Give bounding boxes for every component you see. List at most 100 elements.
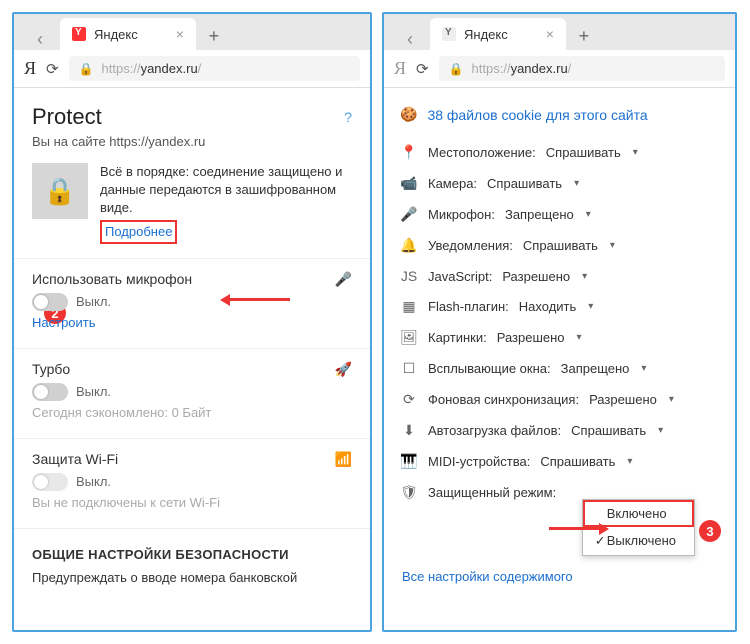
permission-label: Фоновая синхронизация: bbox=[428, 392, 579, 407]
flash-icon: ▦ bbox=[400, 298, 418, 315]
location-icon: 📍 bbox=[400, 144, 418, 161]
permission-label: Камера: bbox=[428, 176, 477, 191]
permission-row[interactable]: 🔔Уведомления: Спрашивать▾ bbox=[398, 230, 721, 261]
microphone-configure-link[interactable]: Настроить bbox=[32, 315, 352, 330]
nav-back-button[interactable]: ‹ bbox=[20, 29, 60, 50]
chevron-down-icon: ▾ bbox=[582, 271, 587, 282]
midi-icon: 🎹 bbox=[400, 453, 418, 470]
setting-microphone: 🎤 Использовать микрофон Выкл. Настроить bbox=[32, 259, 352, 334]
javascript-icon: JS bbox=[400, 268, 418, 284]
url-path: / bbox=[568, 61, 572, 76]
url-scheme: https:// bbox=[102, 61, 141, 76]
browser-window-left: ‹ Яндекс × + Я ⟳ 🔒 https://yandex.ru/ Pr… bbox=[12, 12, 372, 632]
background-sync-icon: ⟳ bbox=[400, 391, 418, 408]
lock-icon[interactable]: 🔒 bbox=[449, 62, 464, 76]
microphone-toggle[interactable] bbox=[32, 293, 68, 311]
lock-badge-icon: 🔒 bbox=[32, 163, 88, 219]
permission-row[interactable]: JS JavaScript: Разрешено ▾ bbox=[398, 261, 721, 291]
permission-label: Всплывающие окна: bbox=[428, 361, 551, 376]
permission-label: JavaScript: bbox=[428, 269, 492, 284]
tab-title: Яндекс bbox=[94, 27, 138, 42]
permission-value: Разрешено bbox=[497, 330, 565, 345]
permission-value: Спрашивать bbox=[571, 423, 646, 438]
microphone-icon: 🎤 bbox=[335, 271, 352, 288]
setting-wifi: 📶 Защита Wi-Fi Выкл. Вы не подключены к … bbox=[32, 439, 352, 514]
popups-icon: ☐ bbox=[400, 360, 418, 377]
tab-title: Яндекс bbox=[464, 27, 508, 42]
permission-row[interactable]: ☐Всплывающие окна: Запрещено▾ bbox=[398, 353, 721, 384]
tab-yandex[interactable]: Яндекс × bbox=[60, 18, 196, 50]
permission-value: Спрашивать bbox=[546, 145, 621, 160]
close-tab-icon[interactable]: × bbox=[546, 26, 554, 42]
browser-window-right: ‹ Яндекс × + Я ⟳ 🔒 https://yandex.ru/ 🍪 … bbox=[382, 12, 737, 632]
autodownload-icon: ⬇ bbox=[400, 422, 418, 439]
turbo-toggle[interactable] bbox=[32, 383, 68, 401]
permission-label: Местоположение: bbox=[428, 145, 536, 160]
notifications-icon: 🔔 bbox=[400, 237, 418, 254]
permission-value: Разрешено bbox=[502, 269, 570, 284]
permission-value: Спрашивать bbox=[523, 238, 598, 253]
yandex-favicon-icon bbox=[442, 27, 456, 41]
permission-label: MIDI-устройства: bbox=[428, 454, 530, 469]
permissions-panel: 🍪 38 файлов cookie для этого сайта 📍Мест… bbox=[384, 88, 735, 628]
permission-value: Спрашивать bbox=[487, 176, 562, 191]
camera-icon: 📹 bbox=[400, 175, 418, 192]
microphone-icon: 🎤 bbox=[400, 206, 418, 223]
tab-bar: ‹ Яндекс × + bbox=[384, 14, 735, 50]
chevron-down-icon: ▾ bbox=[641, 363, 646, 374]
chevron-down-icon: ▾ bbox=[627, 456, 632, 467]
wifi-toggle-state: Выкл. bbox=[76, 474, 111, 489]
permission-label: Flash-плагин: bbox=[428, 299, 509, 314]
wifi-icon: 📶 bbox=[335, 451, 352, 468]
permission-value: Разрешено bbox=[589, 392, 657, 407]
annotation-arrow-3 bbox=[549, 517, 615, 540]
permission-row[interactable]: 🎹MIDI-устройства: Спрашивать▾ bbox=[398, 446, 721, 477]
new-tab-button[interactable]: + bbox=[570, 22, 598, 50]
site-subline: Вы на сайте https://yandex.ru bbox=[32, 134, 352, 149]
permission-row[interactable]: ▦ Flash-плагин: Находить ▾ bbox=[398, 291, 721, 322]
chevron-down-icon: ▾ bbox=[633, 147, 638, 158]
permission-row[interactable]: 🖼Картинки: Разрешено▾ bbox=[398, 322, 721, 353]
nav-back-button[interactable]: ‹ bbox=[390, 29, 430, 50]
details-link[interactable]: Подробнее bbox=[100, 220, 177, 244]
security-settings-heading: ОБЩИЕ НАСТРОЙКИ БЕЗОПАСНОСТИ bbox=[32, 547, 352, 562]
all-content-settings-link[interactable]: Все настройки содержимого bbox=[400, 561, 575, 592]
reload-button[interactable]: ⟳ bbox=[46, 60, 59, 78]
close-tab-icon[interactable]: × bbox=[176, 26, 184, 42]
setting-wifi-title: Защита Wi-Fi bbox=[32, 451, 352, 467]
chevron-down-icon: ▾ bbox=[588, 301, 593, 312]
chevron-down-icon: ▾ bbox=[574, 178, 579, 189]
chevron-down-icon: ▾ bbox=[586, 209, 591, 220]
setting-turbo: 🚀 Турбо Выкл. Сегодня сэкономлено: 0 Бай… bbox=[32, 349, 352, 424]
tab-yandex[interactable]: Яндекс × bbox=[430, 18, 566, 50]
reload-button[interactable]: ⟳ bbox=[416, 60, 429, 78]
chevron-down-icon: ▾ bbox=[658, 425, 663, 436]
protect-panel: Protect ? Вы на сайте https://yandex.ru … bbox=[14, 88, 370, 593]
connection-status-text: Всё в порядке: соединение защищено и дан… bbox=[100, 163, 352, 218]
wifi-toggle bbox=[32, 473, 68, 491]
permission-value: Находить bbox=[519, 299, 577, 314]
permission-row[interactable]: ⬇ Автозагрузка файлов: Спрашивать ▾ bbox=[398, 415, 721, 446]
chevron-down-icon: ▾ bbox=[577, 332, 582, 343]
permission-label: Автозагрузка файлов: bbox=[428, 423, 561, 438]
permission-label: Защищенный режим: bbox=[428, 485, 556, 500]
url-input[interactable]: 🔒 https://yandex.ru/ bbox=[69, 56, 360, 81]
url-host: yandex.ru bbox=[141, 61, 198, 76]
url-path: / bbox=[198, 61, 202, 76]
url-input[interactable]: 🔒 https://yandex.ru/ bbox=[439, 56, 725, 81]
setting-turbo-title: Турбо bbox=[32, 361, 352, 377]
turbo-icon: 🚀 bbox=[335, 361, 352, 378]
permission-row[interactable]: 📍 Местоположение: Спрашивать ▾ bbox=[398, 137, 721, 168]
permission-row[interactable]: ⟳Фоновая синхронизация: Разрешено▾ bbox=[398, 384, 721, 415]
help-button[interactable]: ? bbox=[344, 109, 352, 125]
address-bar: Я ⟳ 🔒 https://yandex.ru/ bbox=[384, 50, 735, 88]
yandex-logo-icon[interactable]: Я bbox=[24, 58, 36, 79]
cookies-link[interactable]: 38 файлов cookie для этого сайта bbox=[427, 107, 647, 123]
yandex-logo-icon[interactable]: Я bbox=[394, 58, 406, 79]
new-tab-button[interactable]: + bbox=[200, 22, 228, 50]
images-icon: 🖼 bbox=[400, 329, 418, 346]
lock-icon[interactable]: 🔒 bbox=[79, 62, 94, 76]
permission-row[interactable]: 🎤Микрофон: Запрещено▾ bbox=[398, 199, 721, 230]
permission-row[interactable]: 📹 Камера: Спрашивать ▾ bbox=[398, 168, 721, 199]
protected-mode-icon: 🛡 bbox=[400, 484, 418, 501]
